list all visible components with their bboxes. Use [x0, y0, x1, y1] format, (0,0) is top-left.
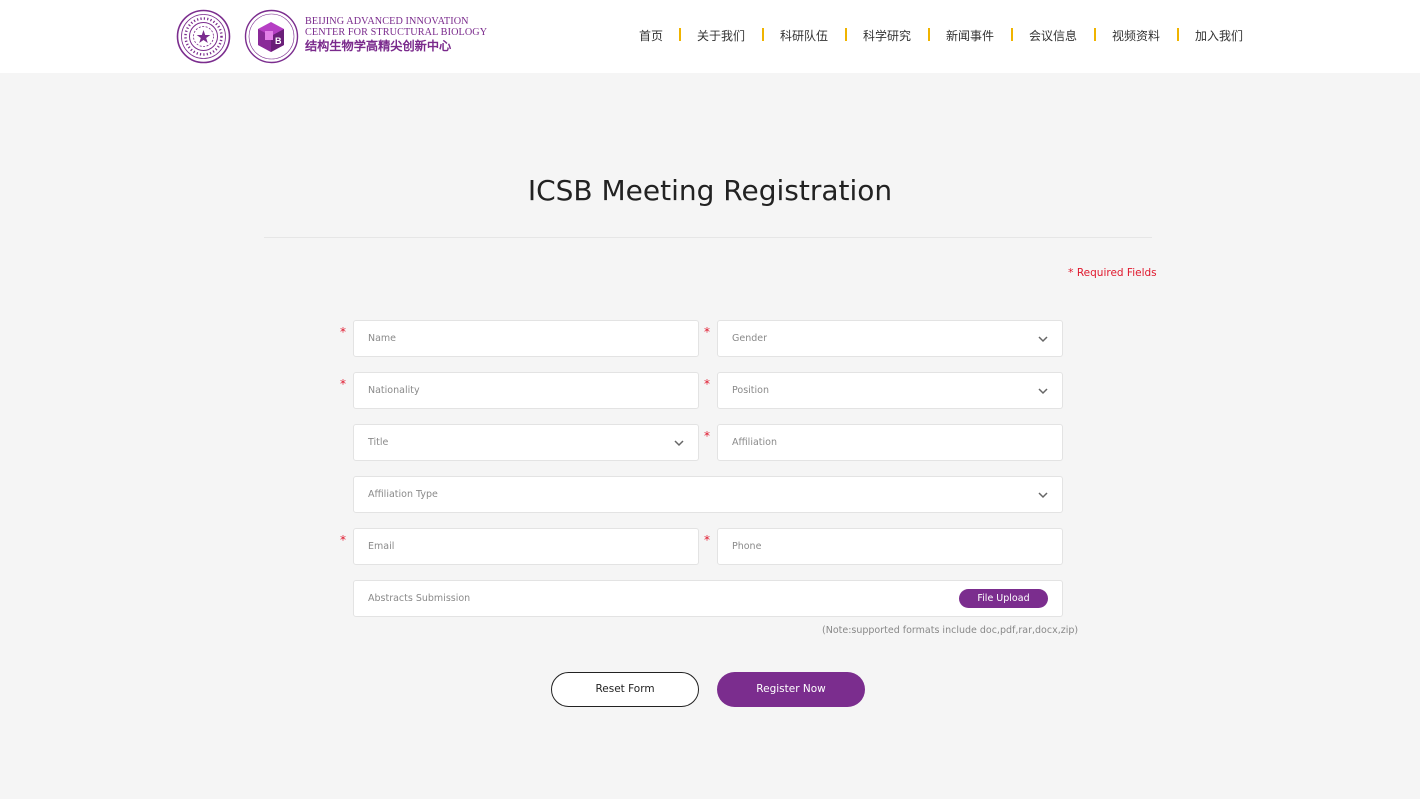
reset-form-button[interactable]: Reset Form	[551, 672, 699, 707]
chevron-down-icon	[1038, 336, 1048, 343]
required-marker: *	[704, 325, 710, 339]
nav-item-join[interactable]: 加入我们	[1195, 27, 1243, 44]
email-field	[353, 528, 699, 565]
nav-item-meetings[interactable]: 会议信息	[1029, 27, 1077, 44]
abstracts-input[interactable]	[354, 581, 1062, 616]
nav-separator	[1177, 28, 1179, 41]
required-fields-note: * Required Fields	[1068, 266, 1157, 279]
required-marker: *	[340, 377, 346, 391]
phone-field	[717, 528, 1063, 565]
affiliation-field	[717, 424, 1063, 461]
logo-wordmark: BEIJING ADVANCED INNOVATION CENTER FOR S…	[305, 16, 487, 54]
title-divider	[264, 237, 1152, 238]
nav-separator	[928, 28, 930, 41]
nav-separator	[1094, 28, 1096, 41]
required-marker: *	[704, 533, 710, 547]
required-marker: *	[704, 377, 710, 391]
nav-item-research[interactable]: 科学研究	[863, 27, 911, 44]
nationality-input[interactable]	[354, 373, 698, 408]
affiliation-type-select-label: Affiliation Type	[368, 489, 438, 500]
nav-item-team[interactable]: 科研队伍	[780, 27, 828, 44]
register-now-button[interactable]: Register Now	[717, 672, 865, 707]
logo-chinese-name: 结构生物学高精尖创新中心	[305, 39, 452, 53]
affiliation-type-select[interactable]: Affiliation Type	[353, 476, 1063, 513]
nav-separator	[1011, 28, 1013, 41]
file-upload-button[interactable]: File Upload	[959, 589, 1048, 608]
affiliation-input[interactable]	[718, 425, 1062, 460]
logo-english-line2: CENTER FOR STRUCTURAL BIOLOGY	[305, 27, 488, 38]
title-select-label: Title	[368, 437, 389, 448]
nav-separator	[679, 28, 681, 41]
main-nav: 首页 关于我们 科研队伍 科学研究 新闻事件 会议信息 视频资料 加入我们	[620, 27, 1260, 47]
abstracts-field: File Upload	[353, 580, 1063, 617]
logo-english-line1: BEIJING ADVANCED INNOVATION	[305, 16, 469, 27]
format-note: (Note:supported formats include doc,pdf,…	[822, 625, 1079, 636]
required-star: *	[1068, 266, 1074, 279]
required-marker: *	[704, 429, 710, 443]
university-seal-icon[interactable]	[176, 9, 231, 64]
nav-item-home[interactable]: 首页	[639, 27, 663, 44]
required-fields-text: Required Fields	[1076, 267, 1157, 279]
chevron-down-icon	[674, 440, 684, 447]
chevron-down-icon	[1038, 492, 1048, 499]
nav-separator	[762, 28, 764, 41]
svg-text:B: B	[275, 36, 282, 46]
name-input[interactable]	[354, 321, 698, 356]
nav-separator	[845, 28, 847, 41]
bicsb-logo-icon[interactable]: B	[244, 9, 299, 64]
nav-item-news[interactable]: 新闻事件	[946, 27, 994, 44]
phone-input[interactable]	[718, 529, 1062, 564]
name-field	[353, 320, 699, 357]
gender-select[interactable]: Gender	[717, 320, 1063, 357]
position-select-label: Position	[732, 385, 769, 396]
nationality-field	[353, 372, 699, 409]
position-select[interactable]: Position	[717, 372, 1063, 409]
site-header: B BEIJING ADVANCED INNOVATION CENTER FOR…	[0, 0, 1420, 73]
gender-select-label: Gender	[732, 333, 768, 344]
title-select[interactable]: Title	[353, 424, 699, 461]
required-marker: *	[340, 533, 346, 547]
nav-item-videos[interactable]: 视频资料	[1112, 27, 1160, 44]
nav-item-about[interactable]: 关于我们	[697, 27, 745, 44]
page-title: ICSB Meeting Registration	[527, 174, 893, 207]
chevron-down-icon	[1038, 388, 1048, 395]
required-marker: *	[340, 325, 346, 339]
email-input[interactable]	[354, 529, 698, 564]
